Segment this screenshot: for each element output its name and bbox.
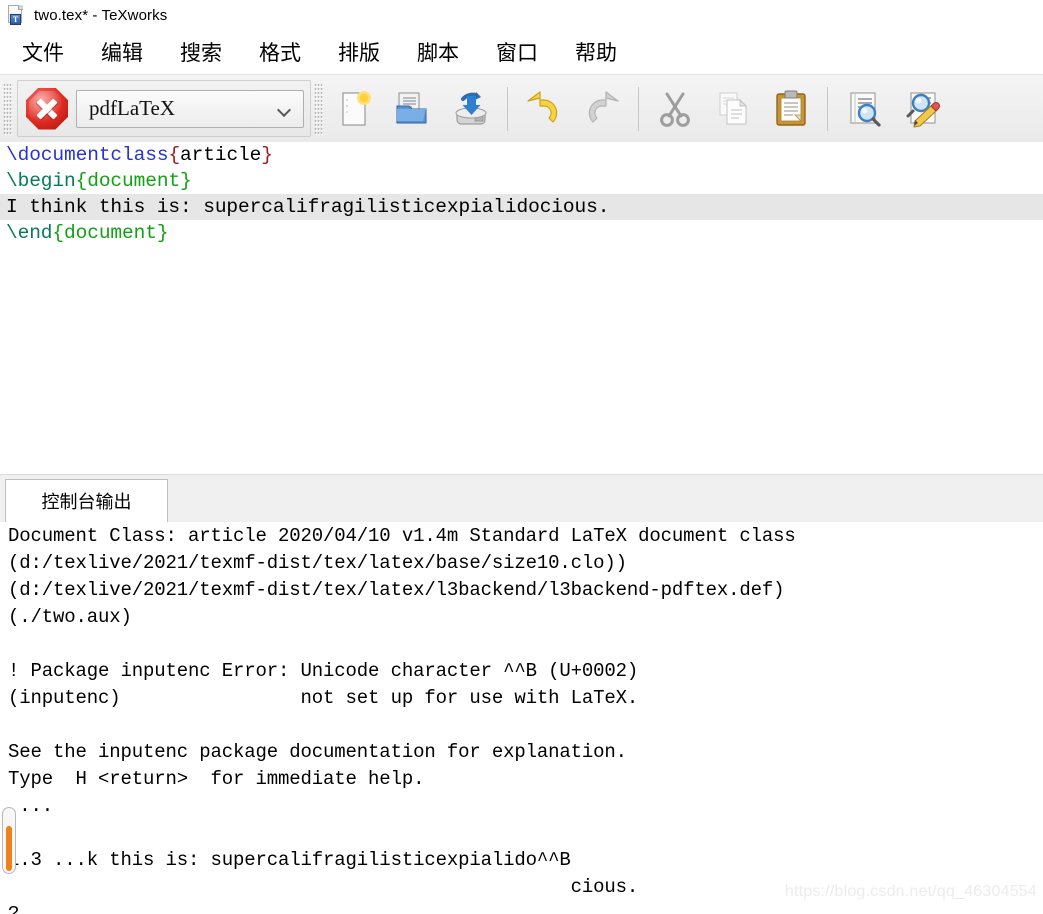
cut-button[interactable] — [646, 80, 704, 138]
toolbar-grip-edit[interactable] — [314, 82, 323, 135]
token-documentclass: \documentclass — [6, 144, 169, 166]
typeset-engine-label: pdfLaTeX — [89, 96, 175, 120]
undo-button[interactable] — [515, 80, 573, 138]
redo-arrow-icon — [588, 90, 619, 123]
replace-pencil-icon — [906, 91, 941, 128]
copy-button[interactable] — [704, 80, 762, 138]
console-line: ... — [8, 795, 54, 817]
editor-text-area[interactable]: \documentclass{article} \begin{document}… — [0, 142, 1043, 474]
toolbar-separator-1 — [507, 86, 508, 131]
menu-scripts[interactable]: 脚本 — [407, 37, 469, 67]
console-line-error: ! Package inputenc Error: Unicode charac… — [8, 660, 639, 682]
console-output-text[interactable]: Document Class: article 2020/04/10 v1.4m… — [0, 522, 1043, 914]
token-article: article — [180, 144, 262, 166]
typeset-toolbar-group: pdfLaTeX — [17, 80, 311, 137]
console-line: See the inputenc package documentation f… — [8, 741, 627, 763]
undo-arrow-icon — [527, 90, 558, 123]
editor-line-2[interactable]: \begin{document} — [0, 168, 1043, 194]
redo-button[interactable] — [573, 80, 631, 138]
token-end-group: {document} — [52, 222, 169, 244]
chevron-down-icon — [278, 105, 291, 113]
menu-help[interactable]: 帮助 — [565, 37, 627, 67]
console-scrollbar-thumb[interactable] — [6, 826, 12, 871]
new-file-button[interactable] — [326, 80, 384, 138]
scissors-icon — [660, 92, 690, 127]
console-scrollbar[interactable] — [2, 807, 16, 874]
find-button[interactable] — [835, 80, 893, 138]
window-title: two.tex* - TeXworks — [34, 6, 168, 24]
toolbar-separator-2 — [638, 86, 639, 131]
token-begin: \begin — [6, 170, 76, 192]
menu-window[interactable]: 窗口 — [486, 37, 548, 67]
tab-console-output[interactable]: 控制台输出 — [5, 479, 168, 522]
title-bar: T two.tex* - TeXworks — [0, 0, 1043, 30]
paste-button[interactable] — [762, 80, 820, 138]
open-file-button[interactable] — [384, 80, 442, 138]
console-line: Document Class: article 2020/04/10 v1.4m… — [8, 525, 796, 547]
menu-search[interactable]: 搜索 — [170, 37, 232, 67]
save-disk-icon — [455, 91, 487, 124]
console-line: (./two.aux) — [8, 606, 132, 628]
copy-pages-icon — [719, 92, 748, 124]
console-line: (d:/texlive/2021/texmf-dist/tex/latex/l3… — [8, 579, 785, 601]
toolbar-separator-3 — [827, 86, 828, 131]
token-begin-group: {document} — [75, 170, 192, 192]
token-end: \end — [6, 222, 53, 244]
clipboard-icon — [776, 90, 806, 126]
menu-format[interactable]: 格式 — [249, 37, 311, 67]
replace-button[interactable] — [893, 80, 951, 138]
console-tab-bar: 控制台输出 — [0, 475, 1043, 522]
token-close-brace-1: } — [261, 144, 273, 166]
stop-typesetting-button[interactable] — [24, 86, 70, 132]
new-document-icon — [342, 90, 371, 126]
menu-file[interactable]: 文件 — [12, 37, 74, 67]
console-line: Type H <return> for immediate help. — [8, 768, 425, 790]
tex-document-icon: T — [7, 5, 25, 25]
token-body-text: I think this is: supercalifragilisticexp… — [6, 196, 610, 218]
editor-line-4[interactable]: \end{document} — [0, 220, 1043, 246]
find-magnifier-icon — [850, 91, 881, 127]
open-folder-icon — [396, 92, 427, 123]
icon-page-fold — [18, 5, 23, 10]
console-line-prompt: ? — [8, 903, 20, 914]
toolbar-grip-typeset[interactable] — [3, 82, 12, 135]
toolbar: pdfLaTeX — [0, 75, 1043, 143]
editor-line-1[interactable]: \documentclass{article} — [0, 142, 1043, 168]
menu-typeset[interactable]: 排版 — [328, 37, 390, 67]
console-line-error-cont: (inputenc) not set up for use with LaTeX… — [8, 687, 639, 709]
watermark-text: https://blog.csdn.net/qq_46304554 — [784, 883, 1037, 900]
menu-edit[interactable]: 编辑 — [91, 37, 153, 67]
editor-line-3[interactable]: I think this is: supercalifragilisticexp… — [0, 194, 1043, 220]
console-line: (d:/texlive/2021/texmf-dist/tex/latex/ba… — [8, 552, 627, 574]
icon-tex-badge: T — [10, 14, 21, 25]
save-file-button[interactable] — [442, 80, 500, 138]
console-line-location: l.3 ...k this is: supercalifragilisticex… — [8, 849, 571, 871]
menu-bar: 文件 编辑 搜索 格式 排版 脚本 窗口 帮助 — [0, 30, 1043, 75]
token-open-brace-1: { — [168, 144, 181, 166]
typeset-engine-select[interactable]: pdfLaTeX — [76, 89, 304, 128]
console-panel: 控制台输出 Document Class: article 2020/04/10… — [0, 474, 1043, 914]
